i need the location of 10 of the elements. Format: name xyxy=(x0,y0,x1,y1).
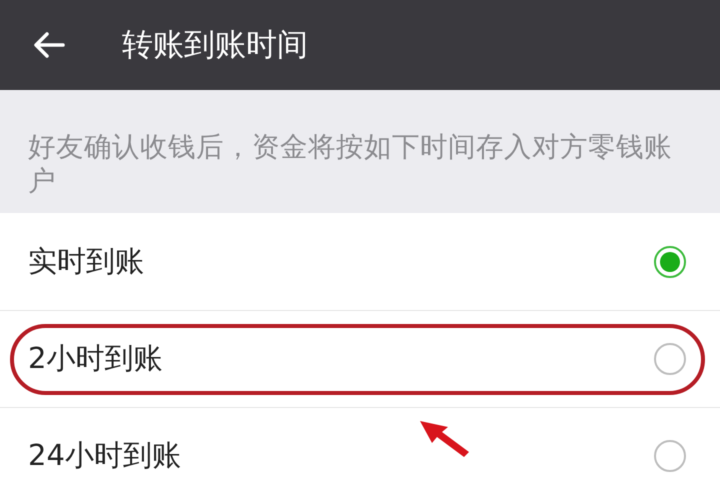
radio-button[interactable] xyxy=(654,440,686,472)
option-label[interactable]: 实时到账 xyxy=(28,240,144,284)
back-button[interactable] xyxy=(33,32,65,58)
radio-button[interactable] xyxy=(654,343,686,375)
option-label[interactable]: 24小时到账 xyxy=(28,434,181,478)
radio-button[interactable] xyxy=(654,246,686,278)
option-label[interactable]: 2小时到账 xyxy=(28,337,162,381)
page-title: 转账到账时间 xyxy=(122,26,308,65)
annotation-arrow xyxy=(418,419,472,459)
description-text: 好友确认收钱后，资金将按如下时间存入对方零钱账户 xyxy=(28,130,673,198)
